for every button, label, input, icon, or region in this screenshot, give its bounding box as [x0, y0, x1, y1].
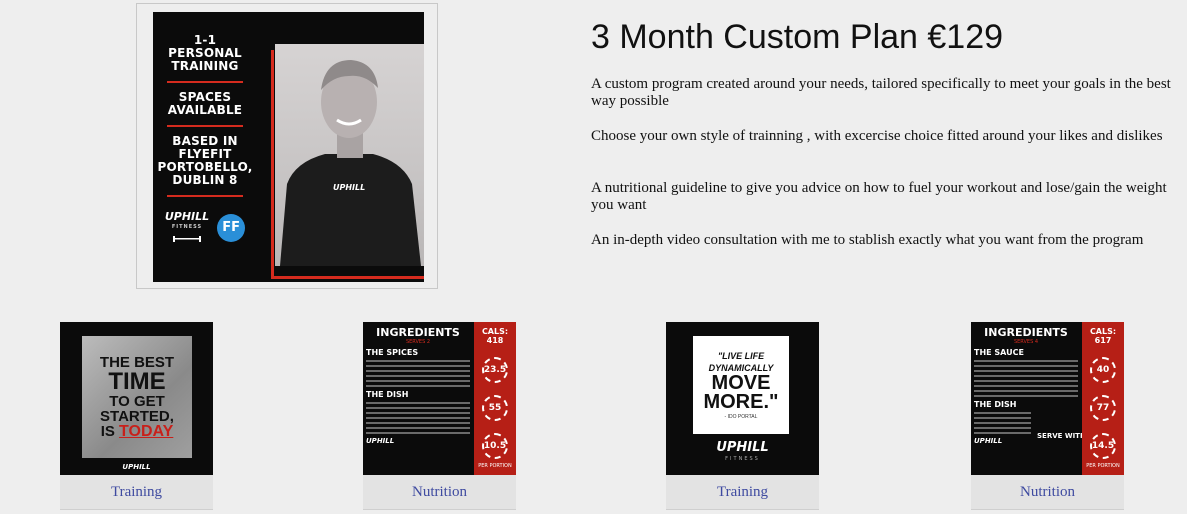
protein-value: 23.5 [482, 357, 508, 383]
carbs-value: 77 [1090, 395, 1116, 421]
plan-title: 3 Month Custom Plan €129 [591, 18, 1004, 56]
macros-panel: CALS: 418 23.5 55 10.5 PER PORTION [474, 322, 516, 475]
category-card-nutrition[interactable]: INGREDIENTS SERVES 4 THE SAUCE THE DISH … [971, 322, 1124, 512]
motivation-poster: THE BEST TIME TO GET STARTED, IS TODAY [82, 336, 192, 458]
macros-panel: CALS: 617 40 77 14.5 PER PORTION [1082, 322, 1124, 475]
uphill-logo: UPHILL FITNESS [165, 211, 209, 244]
serve-with-label: SERVE WITH [1037, 432, 1086, 440]
plan-description: An in-depth video consultation with me t… [591, 232, 1144, 248]
divider [167, 81, 243, 83]
card-label-link[interactable]: Nutrition [971, 475, 1124, 510]
uphill-logo: UPHILL [716, 440, 769, 455]
category-card-training[interactable]: THE BEST TIME TO GET STARTED, IS TODAY U… [60, 322, 213, 512]
card-image[interactable]: INGREDIENTS SERVES 4 THE SAUCE THE DISH … [971, 322, 1124, 475]
divider [167, 195, 243, 197]
protein-value: 40 [1090, 357, 1116, 383]
quote-image: "LIVE LIFE DYNAMICALLY MOVE MORE." - IDO… [693, 336, 789, 434]
category-card-nutrition[interactable]: INGREDIENTS SERVES 2 THE SPICES THE DISH… [363, 322, 516, 512]
hero-image-frame: 1-1 PERSONAL TRAINING SPACES AVAILABLE B… [136, 3, 438, 289]
card-label-link[interactable]: Training [60, 475, 213, 510]
plan-description: Choose your own style of trainning , wit… [591, 128, 1163, 144]
fat-value: 14.5 [1090, 433, 1116, 459]
fat-value: 10.5 [482, 433, 508, 459]
dumbbell-icon [173, 236, 201, 242]
hero-logos: UPHILL FITNESS FF [165, 211, 246, 244]
card-label-link[interactable]: Nutrition [363, 475, 516, 510]
carbs-value: 55 [482, 395, 508, 421]
hero-image[interactable]: 1-1 PERSONAL TRAINING SPACES AVAILABLE B… [153, 12, 424, 282]
divider [167, 125, 243, 127]
page: 1-1 PERSONAL TRAINING SPACES AVAILABLE B… [0, 0, 1187, 514]
svg-text:UPHILL: UPHILL [333, 183, 365, 192]
flyefit-logo: FF [217, 213, 246, 242]
uphill-logo: UPHILL [122, 463, 151, 471]
card-image[interactable]: THE BEST TIME TO GET STARTED, IS TODAY U… [60, 322, 213, 475]
plan-description: A custom program created around your nee… [591, 76, 1171, 109]
category-card-training[interactable]: "LIVE LIFE DYNAMICALLY MOVE MORE." - IDO… [666, 322, 819, 512]
card-image[interactable]: INGREDIENTS SERVES 2 THE SPICES THE DISH… [363, 322, 516, 475]
hero-block-location: BASED IN FLYEFIT PORTOBELLO, DUBLIN 8 [157, 134, 253, 187]
ingredients-list: INGREDIENTS SERVES 2 THE SPICES THE DISH… [366, 326, 470, 445]
trainer-silhouette: UPHILL [280, 60, 421, 266]
card-image[interactable]: "LIVE LIFE DYNAMICALLY MOVE MORE." - IDO… [666, 322, 819, 475]
hero-text-column: 1-1 PERSONAL TRAINING SPACES AVAILABLE B… [153, 12, 257, 282]
trainer-photo: UPHILL [275, 44, 424, 266]
card-label-link[interactable]: Training [666, 475, 819, 510]
hero-block-spaces: SPACES AVAILABLE [167, 90, 243, 117]
plan-description: A nutritional guideline to give you advi… [591, 180, 1167, 213]
hero-block-training: 1-1 PERSONAL TRAINING [168, 33, 242, 73]
ingredients-list: INGREDIENTS SERVES 4 THE SAUCE THE DISH … [974, 326, 1078, 445]
